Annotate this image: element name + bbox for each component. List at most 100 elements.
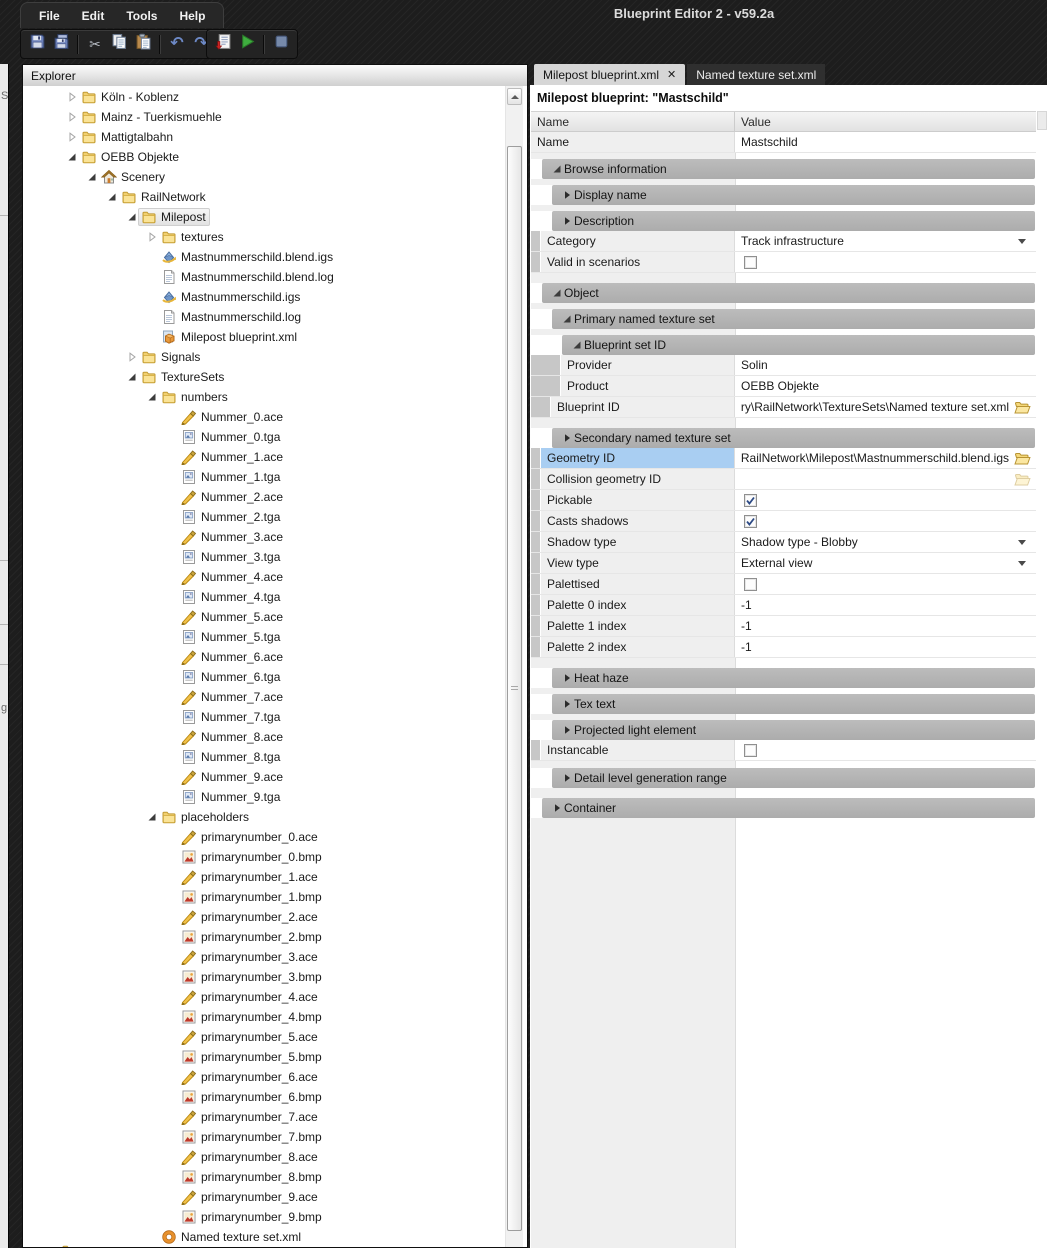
tree-item[interactable]: Nummer_3.ace [23,527,527,547]
tree-item[interactable]: Nummer_1.tga [23,467,527,487]
tree-item[interactable]: Signals [23,347,527,367]
dropdown-arrow-icon[interactable] [1018,540,1026,545]
play-button[interactable] [235,32,259,56]
tree-item[interactable]: Nummer_4.tga [23,587,527,607]
property-row-category[interactable]: Category Track infrastructure [531,231,1036,252]
property-row-instancable[interactable]: Instancable [531,740,1036,761]
tree-item[interactable]: RailNetwork [23,187,527,207]
tree-item[interactable]: Mastnummerschild.igs [23,287,527,307]
tree-item[interactable]: Köln - Koblenz [23,87,527,107]
chevron-collapsed-icon[interactable] [560,673,574,683]
copy-button[interactable] [107,32,131,56]
chevron-expanded-icon[interactable] [570,340,584,350]
tree-item[interactable]: primarynumber_0.ace [23,827,527,847]
tree-item[interactable]: primarynumber_1.ace [23,867,527,887]
tree-item[interactable]: Mattigtalbahn [23,127,527,147]
chevron-expanded-icon[interactable] [125,372,139,382]
tree-item[interactable]: Nummer_8.tga [23,747,527,767]
property-row-shadow-type[interactable]: Shadow type Shadow type - Blobby [531,532,1036,553]
browse-folder-icon[interactable] [1014,450,1031,466]
menu-file[interactable]: File [28,9,71,23]
property-value-text[interactable]: Solin [735,355,1035,375]
property-row-name[interactable]: Name Mastschild [531,132,1036,153]
chevron-expanded-icon[interactable] [145,392,159,402]
tab-milepost-blueprint-xml[interactable]: Milepost blueprint.xml ✕ [534,64,686,85]
tree-item[interactable]: primarynumber_8.ace [23,1147,527,1167]
property-group-description[interactable]: Description [552,211,1035,231]
property-row-palettised[interactable]: Palettised [531,574,1036,595]
tab-named-texture-set-xml[interactable]: Named texture set.xml [687,64,826,85]
chevron-collapsed-icon[interactable] [125,352,139,362]
tree-item[interactable]: Nummer_6.tga [23,667,527,687]
property-row-collision-geometry-id[interactable]: Collision geometry ID [531,469,1036,490]
tree-item[interactable]: Mainz - Tuerkismuehle [23,107,527,127]
browse-folder-icon[interactable] [1014,471,1031,487]
menu-edit[interactable]: Edit [71,9,116,23]
property-group-projected-light-element[interactable]: Projected light element [552,720,1035,740]
export-button[interactable] [211,32,235,56]
tree-item[interactable]: primarynumber_7.bmp [23,1127,527,1147]
scrollbar-up-button[interactable] [507,88,522,105]
property-value-text[interactable]: Mastschild [735,132,1035,152]
tree-item[interactable]: primarynumber_9.bmp [23,1207,527,1227]
property-row-geometry-id[interactable]: Geometry ID RailNetwork\Milepost\Mastnumm… [531,448,1036,469]
explorer-scrollbar[interactable] [505,86,523,1247]
tree-item[interactable]: Nummer_3.tga [23,547,527,567]
save-all-button[interactable] [49,32,73,56]
property-row-palette-2-index[interactable]: Palette 2 index -1 [531,637,1036,658]
chevron-collapsed-icon[interactable] [550,803,564,813]
chevron-expanded-icon[interactable] [85,172,99,182]
chevron-collapsed-icon[interactable] [65,92,79,102]
cut-button[interactable]: ✂ [83,32,107,56]
tree-item[interactable]: primarynumber_2.bmp [23,927,527,947]
checkbox-unchecked[interactable] [735,740,1035,760]
tree-item[interactable]: Scenery [23,167,527,187]
paste-button[interactable] [131,32,155,56]
property-group-tex-text[interactable]: Tex text [552,694,1035,714]
tree-item[interactable]: Nummer_2.ace [23,487,527,507]
tree-item[interactable]: Nummer_9.ace [23,767,527,787]
chevron-collapsed-icon[interactable] [560,725,574,735]
property-value-text[interactable]: -1 [735,595,1035,615]
tree-item[interactable]: Nummer_1.ace [23,447,527,467]
property-row-palette-0-index[interactable]: Palette 0 index -1 [531,595,1036,616]
tree-item[interactable]: textures [23,227,527,247]
chevron-collapsed-icon[interactable] [145,232,159,242]
chevron-collapsed-icon[interactable] [65,112,79,122]
tree-item[interactable]: Mastnummerschild.blend.igs [23,247,527,267]
property-value-dropdown[interactable]: Track infrastructure [735,231,1035,251]
property-value-text[interactable]: -1 [735,616,1035,636]
browse-folder-icon[interactable] [1014,399,1031,415]
tree-item[interactable]: Named texture set.xml [23,1227,527,1247]
tree-item[interactable]: primarynumber_6.bmp [23,1087,527,1107]
dropdown-arrow-icon[interactable] [1018,239,1026,244]
chevron-expanded-icon[interactable] [65,152,79,162]
tree-item[interactable]: primarynumber_7.ace [23,1107,527,1127]
tree-item[interactable]: Nummer_6.ace [23,647,527,667]
property-value-file[interactable] [735,469,1035,489]
tree-item[interactable]: Milepost blueprint.xml [23,327,527,347]
tree-item[interactable]: OEBB Objekte [23,147,527,167]
tree-item[interactable]: primarynumber_3.ace [23,947,527,967]
tree-item[interactable]: primarynumber_6.ace [23,1067,527,1087]
property-value-file[interactable]: ry\RailNetwork\TextureSets\Named texture… [735,397,1035,417]
tree-item[interactable]: primarynumber_2.ace [23,907,527,927]
tree-item[interactable]: Nummer_7.tga [23,707,527,727]
property-value-dropdown[interactable]: External view [735,553,1035,573]
property-row-valid-in-scenarios[interactable]: Valid in scenarios [531,252,1036,273]
tree-item[interactable]: primarynumber_1.bmp [23,887,527,907]
tree-item[interactable]: numbers [23,387,527,407]
chevron-collapsed-icon[interactable] [560,433,574,443]
save-button[interactable] [25,32,49,56]
chevron-expanded-icon[interactable] [105,192,119,202]
property-group-primary-named-texture-set[interactable]: Primary named texture set [552,309,1035,329]
checkbox-unchecked[interactable] [735,574,1035,594]
scrollbar-thumb[interactable] [507,146,522,1231]
tree-item[interactable]: Nummer_2.tga [23,507,527,527]
property-row-view-type[interactable]: View type External view [531,553,1036,574]
chevron-expanded-icon[interactable] [145,812,159,822]
tree-item[interactable]: primarynumber_0.bmp [23,847,527,867]
property-row-palette-1-index[interactable]: Palette 1 index -1 [531,616,1036,637]
chevron-collapsed-icon[interactable] [560,773,574,783]
chevron-collapsed-icon[interactable] [560,216,574,226]
